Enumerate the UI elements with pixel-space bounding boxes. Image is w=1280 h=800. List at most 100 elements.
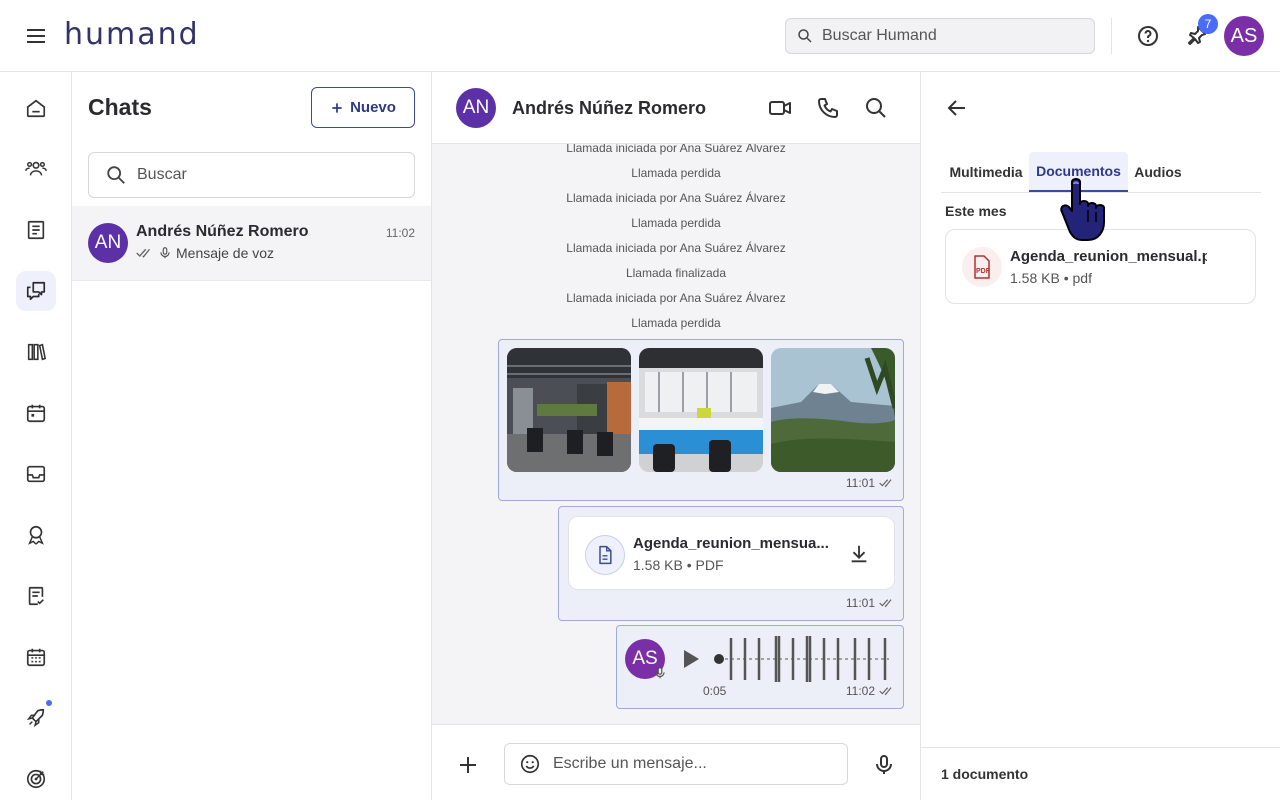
tab-audios[interactable]: Audios (1132, 152, 1184, 192)
conversation-header: AN Andrés Núñez Romero (432, 72, 920, 144)
chat-preview: Mensaje de voz (136, 245, 274, 261)
nav-people[interactable] (16, 149, 56, 189)
microphone-icon (160, 247, 170, 259)
svg-text:PDF: PDF (976, 268, 991, 275)
double-check-icon (879, 479, 892, 488)
calendar-icon (26, 404, 46, 423)
chat-list-item[interactable]: AN Andrés Núñez Romero 11:02 Mensaje de … (72, 206, 431, 281)
system-message: Llamada iniciada por Ana Suárez Álvarez (566, 291, 786, 305)
chat-name: Andrés Núñez Romero (136, 223, 309, 240)
calendar-grid-icon (26, 648, 46, 667)
image-thumbnail-workspace[interactable] (639, 348, 763, 472)
file-meta: 1.58 KB • pdf (1010, 270, 1092, 286)
chat-time: 11:02 (385, 226, 415, 240)
global-search-placeholder: Buscar Humand (822, 27, 937, 44)
back-arrow-icon[interactable] (945, 96, 969, 120)
news-icon (27, 220, 45, 240)
system-message: Llamada finalizada (625, 266, 727, 280)
message-composer: Escribe un mensaje... (432, 724, 920, 800)
video-call-icon[interactable] (768, 96, 792, 120)
document-count: 1 documento (921, 747, 1280, 800)
search-icon[interactable] (864, 96, 888, 120)
section-label: Este mes (945, 203, 1007, 219)
menu-icon[interactable] (24, 24, 48, 48)
system-message: Llamada iniciada por Ana Suárez Álvarez (566, 144, 786, 155)
search-icon (107, 166, 125, 184)
hand-pointer-cursor-icon (1060, 178, 1105, 241)
microphone-icon[interactable] (872, 753, 896, 777)
nav-onboarding[interactable] (16, 698, 56, 738)
image-thumbnail-office[interactable] (507, 348, 631, 472)
inbox-icon (26, 465, 46, 483)
tab-multimedia[interactable]: Multimedia (945, 152, 1027, 192)
new-chat-button[interactable]: Nuevo (311, 87, 415, 128)
nav-goals[interactable] (16, 759, 56, 799)
message-input[interactable]: Escribe un mensaje... (504, 743, 848, 785)
plus-icon (332, 102, 342, 113)
conversation-panel: AN Andrés Núñez Romero Llamada iniciada … (432, 72, 921, 800)
left-nav (0, 72, 72, 800)
document-attachment[interactable]: Agenda_reunion_mensua... 1.58 KB • PDF (568, 516, 895, 590)
pdf-icon: PDF (962, 247, 1002, 287)
system-message: Llamada perdida (631, 166, 721, 180)
search-icon (798, 29, 812, 43)
audio-waveform[interactable] (711, 632, 891, 686)
nav-inbox[interactable] (16, 454, 56, 494)
voice-message-bubble: AS 0:05 11:02 (616, 625, 904, 709)
emoji-icon[interactable] (519, 753, 541, 775)
divider (1111, 18, 1112, 54)
chat-search-input[interactable]: Buscar (88, 152, 415, 198)
microphone-icon (655, 667, 665, 679)
rocket-icon (26, 708, 45, 728)
system-message: Llamada perdida (631, 216, 721, 230)
system-message: Llamada iniciada por Ana Suárez Álvarez (566, 241, 786, 255)
target-icon (26, 769, 46, 789)
nav-chats[interactable] (16, 271, 56, 311)
global-search-input[interactable]: Buscar Humand (785, 18, 1095, 54)
document-name: Agenda_reunion_mensua... (633, 535, 829, 552)
document-message-bubble: Agenda_reunion_mensua... 1.58 KB • PDF 1… (558, 506, 904, 621)
message-list[interactable]: Llamada iniciada por Ana Suárez Álvarez … (432, 144, 920, 724)
nav-library[interactable] (16, 332, 56, 372)
award-icon (28, 525, 44, 545)
chat-icon (26, 281, 46, 301)
volcano-photo (771, 348, 895, 472)
phone-icon[interactable] (816, 96, 840, 120)
avatar: AN (88, 223, 128, 263)
contact-avatar[interactable]: AN (456, 88, 496, 128)
message-timestamp: 11:02 (846, 684, 895, 698)
nav-home[interactable] (16, 88, 56, 128)
message-timestamp: 11:01 (846, 596, 895, 610)
double-check-icon (879, 687, 892, 696)
nav-schedule[interactable] (16, 637, 56, 677)
chat-preview-text: Mensaje de voz (176, 245, 275, 261)
user-avatar[interactable]: AS (1224, 16, 1264, 56)
nav-recognition[interactable] (16, 515, 56, 555)
workspace-photo (639, 348, 763, 472)
message-time: 11:01 (845, 596, 875, 610)
office-photo (507, 348, 631, 472)
image-thumbnail-volcano[interactable] (771, 348, 895, 472)
chat-list-panel: Chats Nuevo Buscar AN Andrés Núñez Romer… (72, 72, 432, 800)
help-icon[interactable] (1136, 24, 1160, 48)
notifications-badge: 7 (1198, 14, 1218, 34)
document-meta: 1.58 KB • PDF (633, 557, 724, 573)
nav-news[interactable] (16, 210, 56, 250)
nav-tasks[interactable] (16, 576, 56, 616)
library-icon (27, 343, 47, 361)
nav-calendar[interactable] (16, 393, 56, 433)
humand-logo[interactable]: humand (64, 17, 200, 52)
message-timestamp: 11:01 (846, 476, 895, 490)
message-time: 11:02 (845, 684, 875, 698)
download-icon[interactable] (848, 543, 870, 565)
voice-duration: 0:05 (703, 684, 727, 698)
new-chat-label: Nuevo (350, 99, 396, 116)
double-check-icon (136, 248, 151, 258)
contact-name[interactable]: Andrés Núñez Romero (512, 98, 706, 119)
image-message-bubble: 11:01 (498, 339, 904, 501)
play-icon[interactable] (681, 648, 701, 670)
system-message: Llamada perdida (631, 316, 721, 330)
chats-title: Chats (88, 94, 152, 120)
attach-plus-icon[interactable] (456, 753, 480, 777)
home-icon (26, 99, 46, 118)
